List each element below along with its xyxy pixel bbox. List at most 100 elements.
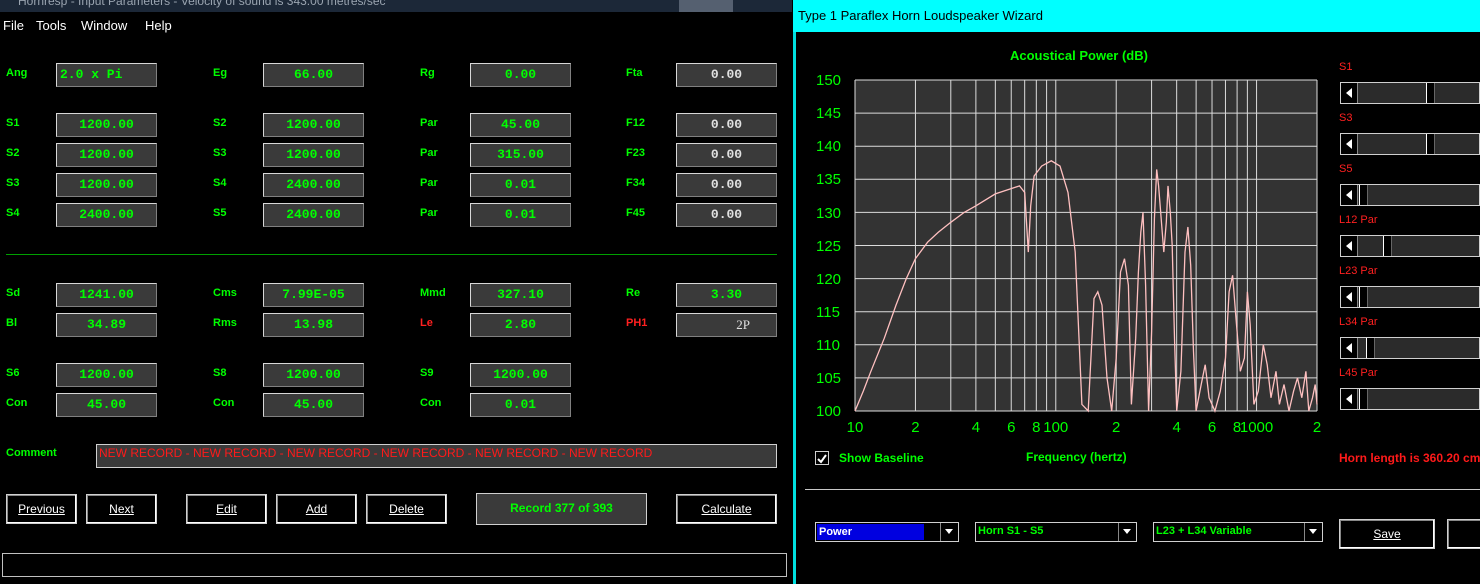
x-tick-label: 4 bbox=[972, 419, 980, 436]
slider-left-arrow[interactable] bbox=[1341, 236, 1358, 256]
param-label-s5a: S5 bbox=[213, 207, 227, 219]
param-field-f12[interactable]: 0.00 bbox=[676, 113, 777, 137]
close-button[interactable] bbox=[733, 0, 787, 12]
param-field-s2a[interactable]: 1200.00 bbox=[263, 113, 364, 137]
param-field-par2[interactable]: 315.00 bbox=[470, 143, 571, 167]
param-label-f23: F23 bbox=[626, 147, 645, 159]
param-field-s8[interactable]: 1200.00 bbox=[263, 363, 364, 387]
menu-tools[interactable]: Tools bbox=[36, 18, 66, 33]
param-field-ang[interactable]: 2.0 x Pi bbox=[56, 63, 157, 87]
menu-bar: File Tools Window Help bbox=[0, 12, 792, 38]
param-field-mmd[interactable]: 327.10 bbox=[470, 283, 571, 307]
slider-l34-par[interactable] bbox=[1340, 337, 1480, 359]
param-field-par1[interactable]: 45.00 bbox=[470, 113, 571, 137]
add-button[interactable]: Add bbox=[276, 494, 357, 524]
param-field-s4[interactable]: 2400.00 bbox=[56, 203, 157, 227]
param-field-s6[interactable]: 1200.00 bbox=[56, 363, 157, 387]
save-button[interactable]: Save bbox=[1339, 519, 1435, 549]
slider-left-arrow[interactable] bbox=[1341, 338, 1358, 358]
param-field-rms[interactable]: 13.98 bbox=[263, 313, 364, 337]
slider-thumb[interactable] bbox=[1359, 185, 1368, 205]
slider-l23-par[interactable] bbox=[1340, 286, 1480, 308]
x-tick-label: 2 bbox=[1112, 419, 1120, 436]
slider-left-arrow[interactable] bbox=[1341, 389, 1358, 409]
param-field-ph1[interactable]: 2P bbox=[676, 313, 777, 337]
slider-thumb[interactable] bbox=[1359, 287, 1368, 307]
param-field-s4a[interactable]: 2400.00 bbox=[263, 173, 364, 197]
horn-select[interactable]: Horn S1 - S5 bbox=[975, 522, 1137, 542]
chevron-down-icon[interactable] bbox=[1118, 523, 1136, 541]
plot-type-select[interactable]: Power bbox=[815, 522, 959, 542]
maximize-button[interactable] bbox=[679, 0, 733, 12]
param-field-fta[interactable]: 0.00 bbox=[676, 63, 777, 87]
slider-label-s1: S1 bbox=[1339, 61, 1353, 73]
slider-left-arrow[interactable] bbox=[1341, 185, 1358, 205]
slider-left-arrow[interactable] bbox=[1341, 83, 1358, 103]
param-field-re[interactable]: 3.30 bbox=[676, 283, 777, 307]
slider-s3[interactable] bbox=[1340, 133, 1480, 155]
param-field-s3[interactable]: 1200.00 bbox=[56, 173, 157, 197]
param-label-eg: Eg bbox=[213, 67, 228, 79]
menu-file[interactable]: File bbox=[3, 18, 24, 33]
show-baseline-label[interactable]: Show Baseline bbox=[839, 451, 924, 465]
edit-button[interactable]: Edit bbox=[186, 494, 267, 524]
slider-thumb[interactable] bbox=[1383, 236, 1393, 256]
param-label-rg: Rg bbox=[420, 67, 435, 79]
slider-l45-par[interactable] bbox=[1340, 388, 1480, 410]
slider-s5[interactable] bbox=[1340, 184, 1480, 206]
param-field-sd[interactable]: 1241.00 bbox=[56, 283, 157, 307]
param-label-s1: S1 bbox=[6, 117, 20, 129]
param-field-f23[interactable]: 0.00 bbox=[676, 143, 777, 167]
slider-thumb[interactable] bbox=[1359, 389, 1368, 409]
param-field-eg[interactable]: 66.00 bbox=[263, 63, 364, 87]
param-label-par4: Par bbox=[420, 207, 438, 219]
param-field-s3a[interactable]: 1200.00 bbox=[263, 143, 364, 167]
comment-field[interactable]: NEW RECORD - NEW RECORD - NEW RECORD - N… bbox=[96, 444, 777, 468]
slider-thumb[interactable] bbox=[1425, 134, 1435, 154]
param-field-s2[interactable]: 1200.00 bbox=[56, 143, 157, 167]
param-field-bl[interactable]: 34.89 bbox=[56, 313, 157, 337]
next-wizard-button[interactable] bbox=[1447, 519, 1480, 549]
slider-l12-par[interactable] bbox=[1340, 235, 1480, 257]
show-baseline-checkbox[interactable] bbox=[815, 451, 829, 465]
param-field-con1[interactable]: 45.00 bbox=[56, 393, 157, 417]
param-label-con3: Con bbox=[420, 397, 442, 409]
param-field-con3[interactable]: 0.01 bbox=[470, 393, 571, 417]
previous-button[interactable]: Previous bbox=[6, 494, 77, 524]
next-button[interactable]: Next bbox=[86, 494, 157, 524]
param-label-f12: F12 bbox=[626, 117, 645, 129]
param-label-rms: Rms bbox=[213, 317, 237, 329]
window-title: Hornresp - Input Parameters - Velocity o… bbox=[18, 0, 386, 8]
minimize-button[interactable] bbox=[625, 0, 679, 12]
param-field-rg[interactable]: 0.00 bbox=[470, 63, 571, 87]
param-field-le[interactable]: 2.80 bbox=[470, 313, 571, 337]
param-field-par3[interactable]: 0.01 bbox=[470, 173, 571, 197]
x-tick-label: 4 bbox=[1172, 419, 1180, 436]
param-field-cms[interactable]: 7.99E-05 bbox=[263, 283, 364, 307]
slider-thumb[interactable] bbox=[1365, 338, 1375, 358]
param-field-s1[interactable]: 1200.00 bbox=[56, 113, 157, 137]
slider-left-arrow[interactable] bbox=[1341, 134, 1358, 154]
chevron-down-icon[interactable] bbox=[1304, 523, 1322, 541]
param-field-f34[interactable]: 0.00 bbox=[676, 173, 777, 197]
param-field-par4[interactable]: 0.01 bbox=[470, 203, 571, 227]
delete-button[interactable]: Delete bbox=[366, 494, 447, 524]
x-tick-label: 100 bbox=[1043, 419, 1068, 436]
slider-label-l12: L12 Par bbox=[1339, 214, 1378, 226]
variable-select[interactable]: L23 + L34 Variable bbox=[1153, 522, 1323, 542]
x-tick-label: 6 bbox=[1208, 419, 1216, 436]
calculate-button[interactable]: Calculate bbox=[676, 494, 777, 524]
param-label-f45: F45 bbox=[626, 207, 645, 219]
slider-thumb[interactable] bbox=[1425, 83, 1435, 103]
chevron-down-icon[interactable] bbox=[940, 523, 958, 541]
slider-left-arrow[interactable] bbox=[1341, 287, 1358, 307]
menu-help[interactable]: Help bbox=[145, 18, 172, 33]
param-label-s8: S8 bbox=[213, 367, 227, 379]
menu-window[interactable]: Window bbox=[81, 18, 127, 33]
slider-s1[interactable] bbox=[1340, 82, 1480, 104]
param-field-f45[interactable]: 0.00 bbox=[676, 203, 777, 227]
param-label-s9: S9 bbox=[420, 367, 434, 379]
param-field-s9[interactable]: 1200.00 bbox=[470, 363, 571, 387]
param-field-con2[interactable]: 45.00 bbox=[263, 393, 364, 417]
param-field-s5a[interactable]: 2400.00 bbox=[263, 203, 364, 227]
